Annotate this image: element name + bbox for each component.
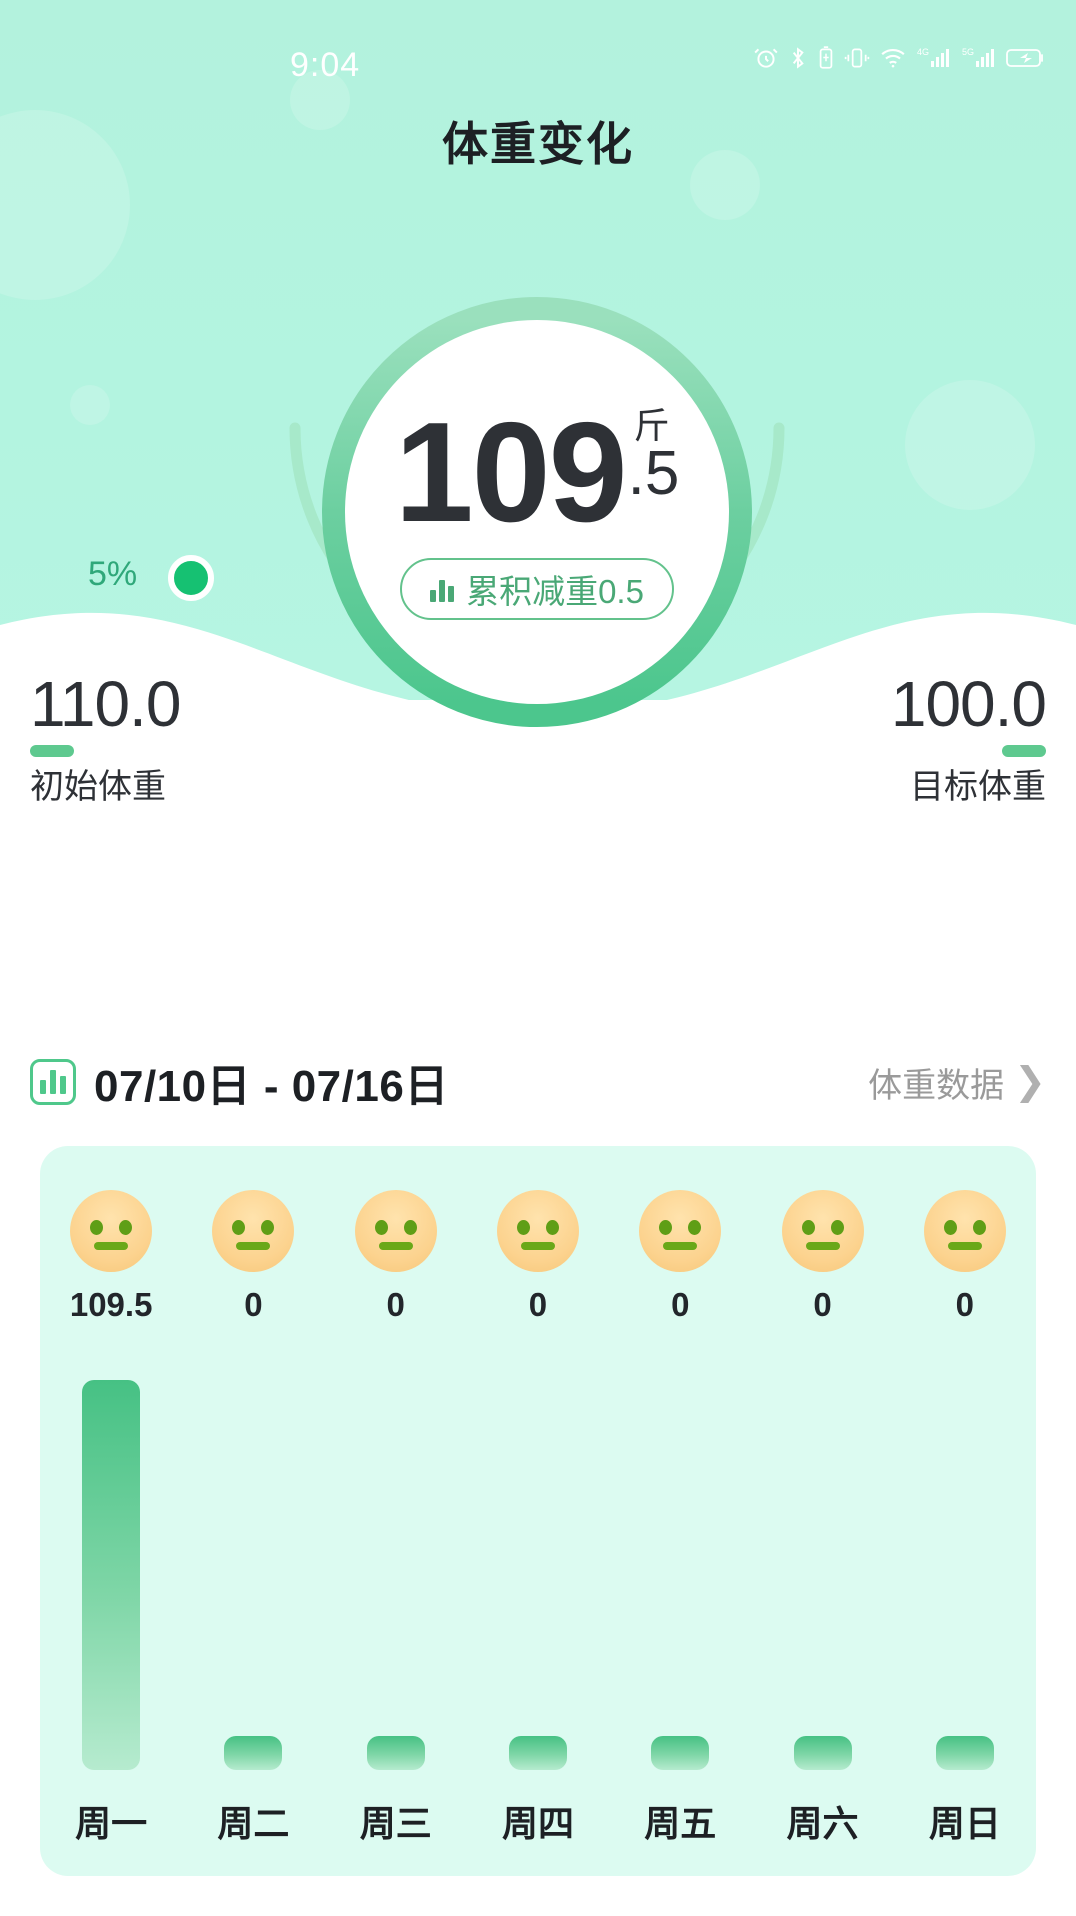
chart-day-label: 周四 <box>501 1803 574 1844</box>
chart-bar <box>82 1380 141 1770</box>
date-range-label: 07/10日 - 07/16日 <box>94 1062 449 1111</box>
chart-bars <box>40 1250 1036 1770</box>
bar-chart-icon <box>430 576 455 603</box>
chart-bar <box>935 1736 994 1770</box>
decorative-bubble <box>905 380 1035 510</box>
current-weight: 109 斤 .5 <box>394 392 680 552</box>
chart-bar-cell[interactable] <box>894 1250 1036 1770</box>
alarm-icon <box>754 48 778 68</box>
start-weight-label: 初始体重 <box>30 768 166 807</box>
chart-bar <box>224 1736 283 1770</box>
battery-saver-icon <box>819 46 833 69</box>
chart-bar <box>508 1736 567 1770</box>
target-weight-label: 目标体重 <box>910 768 1046 807</box>
start-weight: 110.0 初始体重 <box>30 668 181 832</box>
status-icons: 4G 5G <box>753 44 1046 72</box>
weekly-weight-chart: 109.5 0 0 0 0 0 0 周一 周二 周三 周四 周五 周六 周日 <box>40 1146 1036 1876</box>
date-range-row: 07/10日 - 07/16日 体重数据 ❯ <box>0 1036 1076 1128</box>
weights-summary: 110.0 初始体重 100.0 目标体重 <box>0 668 1076 832</box>
chart-bar-cell[interactable] <box>325 1250 467 1770</box>
chart-bar <box>651 1736 710 1770</box>
weight-gauge: 109 斤 .5 累积减重0.5 <box>217 228 857 740</box>
5g-signal-icon: 5G <box>962 47 994 67</box>
bluetooth-icon <box>792 47 804 69</box>
vibrate-icon <box>844 48 870 68</box>
gauge-center: 109 斤 .5 累积减重0.5 <box>345 320 729 704</box>
status-time: 9:04 <box>290 46 361 84</box>
chart-day-labels: 周一 周二 周三 周四 周五 周六 周日 <box>40 1790 1036 1852</box>
current-weight-decimal: .5 <box>627 438 680 508</box>
wifi-icon <box>881 48 905 68</box>
target-weight: 100.0 目标体重 <box>890 668 1047 832</box>
chart-day-label: 周一 <box>75 1803 148 1844</box>
4g-signal-icon: 4G <box>917 47 949 67</box>
chart-bar-cell[interactable] <box>182 1250 324 1770</box>
chart-day-label: 周六 <box>786 1803 859 1844</box>
chart-bar <box>366 1736 425 1770</box>
status-bar: 9:04 4G 5G <box>0 0 1076 100</box>
progress-marker-dot[interactable] <box>168 555 214 601</box>
bar-chart-icon <box>30 1059 76 1105</box>
weight-data-label: 体重数据 <box>868 1066 1005 1105</box>
svg-text:4G: 4G <box>917 47 929 57</box>
chart-bar-cell[interactable] <box>751 1250 893 1770</box>
weight-data-link[interactable]: 体重数据 ❯ <box>868 1058 1046 1107</box>
svg-text:5G: 5G <box>962 47 974 57</box>
chart-bar-cell[interactable] <box>40 1250 182 1770</box>
decorative-bubble <box>70 385 110 425</box>
battery-charging-icon <box>1006 49 1043 67</box>
chart-bar <box>793 1736 852 1770</box>
chevron-right-icon: ❯ <box>1014 1061 1046 1103</box>
progress-percent-label: 5% <box>88 555 138 593</box>
chart-bar-cell[interactable] <box>609 1250 751 1770</box>
current-weight-integer: 109 <box>394 392 628 552</box>
cumulative-loss-badge[interactable]: 累积减重0.5 <box>400 558 674 621</box>
chart-day-label: 周三 <box>359 1803 432 1844</box>
page-title: 体重变化 <box>442 118 634 170</box>
start-weight-value: 110.0 <box>30 668 181 740</box>
chart-day-label: 周日 <box>928 1803 1001 1844</box>
target-weight-value: 100.0 <box>890 668 1047 740</box>
chart-day-label: 周二 <box>217 1803 290 1844</box>
cumulative-loss-label: 累积减重0.5 <box>466 573 644 611</box>
date-range: 07/10日 - 07/16日 <box>30 1050 449 1114</box>
chart-day-label: 周五 <box>644 1803 717 1844</box>
chart-bar-cell[interactable] <box>467 1250 609 1770</box>
start-weight-dash <box>30 745 74 758</box>
target-weight-dash <box>1002 745 1046 758</box>
